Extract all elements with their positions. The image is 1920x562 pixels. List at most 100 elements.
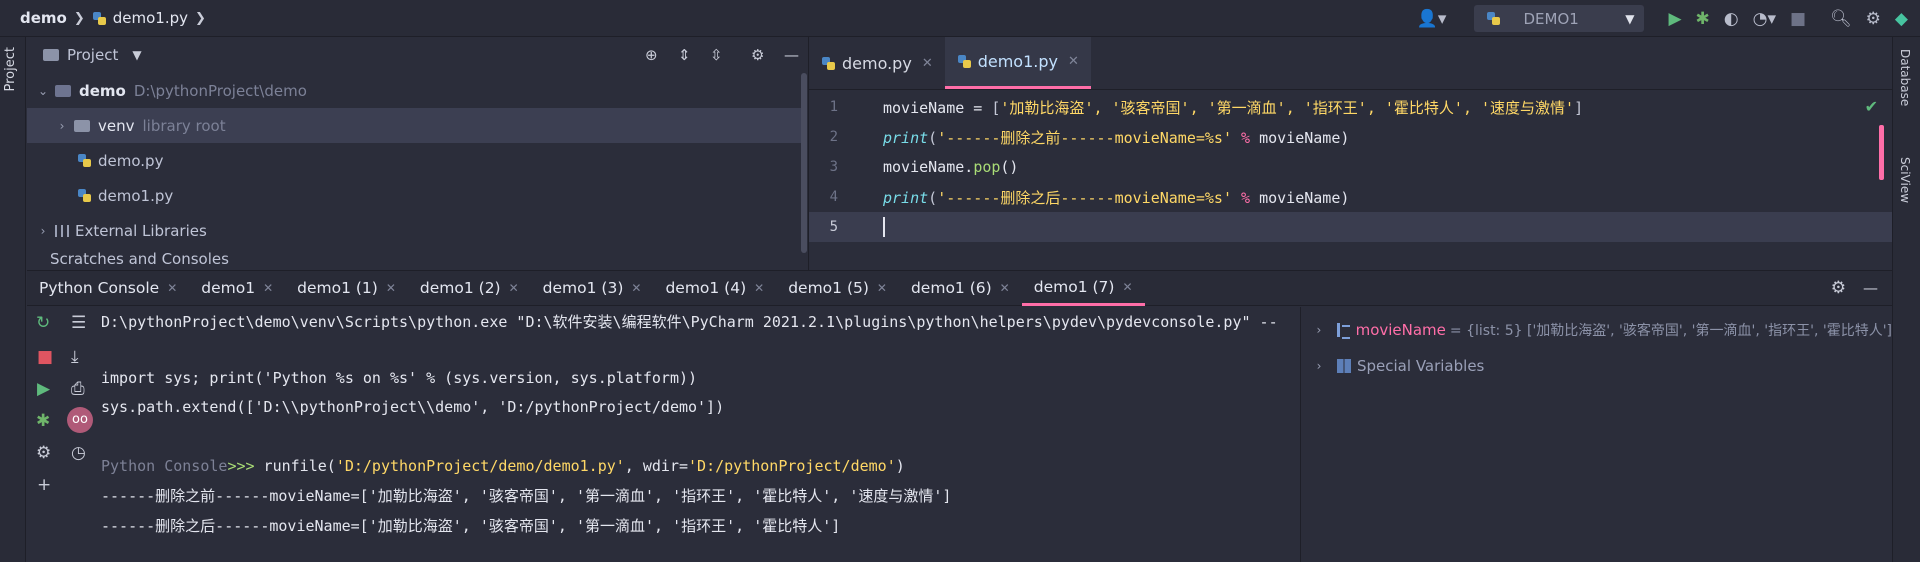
history-icon[interactable]: ◷ xyxy=(71,443,86,463)
coverage-icon[interactable]: ◐ xyxy=(1724,9,1739,29)
code-line[interactable]: 2 print('------删除之前------movieName=%s' %… xyxy=(809,122,1893,152)
code-operator: % xyxy=(1232,188,1260,207)
variable-row[interactable]: › Special Variables xyxy=(1301,348,1892,384)
project-tool-tab[interactable]: Project xyxy=(3,47,18,91)
scroll-to-end-icon[interactable]: ⤓ xyxy=(71,347,79,367)
code-line[interactable]: 4 print('------删除之后------movieName=%s' %… xyxy=(809,182,1893,212)
add-icon[interactable]: + xyxy=(37,475,51,495)
collapse-all-icon[interactable]: ⇳ xyxy=(710,46,723,64)
run-icon[interactable]: ▶ xyxy=(1668,9,1681,29)
console-prompt: >>> xyxy=(227,457,255,475)
tool-tab-demo1-5[interactable]: demo1 (5) ✕ xyxy=(776,271,899,306)
expand-all-icon[interactable]: ⇕ xyxy=(678,46,691,64)
close-icon[interactable]: ✕ xyxy=(509,281,519,295)
tree-item-demo-py[interactable]: demo.py xyxy=(27,143,807,178)
code-token: ( xyxy=(928,188,938,207)
tool-tab-label: demo1 (5) xyxy=(788,279,869,297)
chevron-down-icon[interactable]: ▼ xyxy=(132,48,141,62)
breadcrumb-file[interactable]: demo1.py xyxy=(113,9,188,27)
tool-tab-demo1-3[interactable]: demo1 (3) ✕ xyxy=(531,271,654,306)
run-configuration-select[interactable]: DEMO1 ▼ xyxy=(1474,5,1645,32)
tool-tab-label: demo1 (3) xyxy=(542,279,624,297)
text-cursor xyxy=(883,217,885,237)
search-icon[interactable]: 🔍︎ xyxy=(1830,9,1852,29)
sciview-tool-tab[interactable]: SciView xyxy=(1898,157,1912,203)
console-line: D:\pythonProject\demo\venv\Scripts\pytho… xyxy=(101,312,1277,331)
project-scrollbar[interactable] xyxy=(801,73,807,253)
debug-icon[interactable]: ✱ xyxy=(1696,9,1710,29)
right-tool-strip: Database SciView xyxy=(1892,37,1920,562)
variable-name: movieName xyxy=(1355,321,1446,339)
tree-item-scratches[interactable]: Scratches and Consoles xyxy=(27,248,807,268)
tree-item-label: demo.py xyxy=(98,151,164,170)
chevron-right-icon[interactable]: › xyxy=(1311,323,1327,337)
tool-tab-demo1-6[interactable]: demo1 (6) ✕ xyxy=(899,271,1022,306)
profile-icon[interactable]: ◔▾ xyxy=(1753,9,1776,29)
chevron-right-icon[interactable]: › xyxy=(54,119,70,133)
code-line[interactable]: 1 movieName = ['加勒比海盗', '骇客帝国', '第一滴血', … xyxy=(809,92,1893,122)
tool-tab-demo1-7[interactable]: demo1 (7) ✕ xyxy=(1021,271,1145,306)
tool-tab-demo1-1[interactable]: demo1 (1) ✕ xyxy=(285,271,408,306)
update-icon[interactable]: ◆ xyxy=(1895,9,1908,29)
line-number: 5 xyxy=(829,219,838,235)
tool-tab-python-console[interactable]: Python Console ✕ xyxy=(27,271,189,306)
gear-icon[interactable]: ⚙ xyxy=(751,46,764,64)
editor-tab-demo1-py[interactable]: demo1.py ✕ xyxy=(944,37,1091,89)
editor-tab-label: demo.py xyxy=(842,53,912,73)
hide-icon[interactable]: — xyxy=(1863,279,1878,297)
tree-item-external-libraries[interactable]: › External Libraries xyxy=(27,213,807,248)
close-icon[interactable]: ✕ xyxy=(167,281,177,295)
editor-tab-bar: demo.py ✕ demo1.py ✕ xyxy=(809,37,1892,90)
close-icon[interactable]: ✕ xyxy=(922,56,933,71)
debug-icon[interactable]: ✱ xyxy=(36,411,50,431)
code-token: , wdir= xyxy=(624,457,689,475)
locate-icon[interactable]: ⊕ xyxy=(645,46,658,64)
code-line[interactable]: 3 movieName.pop() xyxy=(809,152,1893,182)
code-token: ] xyxy=(1574,98,1584,117)
tool-tab-demo1-4[interactable]: demo1 (4) ✕ xyxy=(653,271,776,306)
variable-row[interactable]: › movieName = {list: 5} ['加勒比海盗', '骇客帝国'… xyxy=(1301,312,1892,348)
console-line: import sys; print('Python %s on %s' % (s… xyxy=(101,369,698,387)
console-line: ------删除之前------movieName=['加勒比海盗', '骇客帝… xyxy=(101,486,952,505)
rerun-icon[interactable]: ↻ xyxy=(36,313,50,333)
code-line-current[interactable]: 5 xyxy=(809,212,1893,242)
console-line: ------删除之后------movieName=['加勒比海盗', '骇客帝… xyxy=(101,516,841,535)
show-variables-icon[interactable]: oo xyxy=(67,407,93,433)
user-icon[interactable]: 👤▾ xyxy=(1417,9,1447,29)
close-icon[interactable]: ✕ xyxy=(1122,280,1132,294)
tool-tab-demo1-2[interactable]: demo1 (2) ✕ xyxy=(408,271,531,306)
tree-item-demo1-py[interactable]: demo1.py xyxy=(27,178,807,213)
stop-icon[interactable]: ■ xyxy=(1790,9,1806,29)
tree-item-venv[interactable]: › venv library root xyxy=(27,108,807,143)
soft-wrap-icon[interactable]: ☰ xyxy=(71,313,86,333)
tree-item-label: demo1.py xyxy=(98,186,174,205)
close-icon[interactable]: ✕ xyxy=(386,281,396,295)
code-operator: % xyxy=(1232,128,1260,147)
close-icon[interactable]: ✕ xyxy=(1068,54,1079,69)
console-output[interactable]: D:\pythonProject\demo\venv\Scripts\pytho… xyxy=(97,307,1277,562)
chevron-right-icon[interactable]: › xyxy=(1311,359,1327,373)
caret-down-icon: ▼ xyxy=(1625,11,1635,26)
print-icon[interactable]: ⎙ xyxy=(71,379,85,399)
tool-tab-label: demo1 (2) xyxy=(419,279,501,297)
chevron-right-icon: ❯ xyxy=(73,10,85,26)
run-icon[interactable]: ▶ xyxy=(37,379,50,399)
hide-icon[interactable]: — xyxy=(784,46,799,64)
tool-tab-demo1[interactable]: demo1 ✕ xyxy=(189,271,285,306)
close-icon[interactable]: ✕ xyxy=(631,281,641,295)
close-icon[interactable]: ✕ xyxy=(754,281,764,295)
editor-tab-demo-py[interactable]: demo.py ✕ xyxy=(809,37,945,89)
settings-icon[interactable]: ⚙ xyxy=(36,443,51,463)
stop-icon[interactable]: ■ xyxy=(37,347,53,367)
database-tool-tab[interactable]: Database xyxy=(1898,49,1912,106)
project-panel-title[interactable]: Project xyxy=(67,46,118,64)
gear-icon[interactable]: ⚙ xyxy=(1831,278,1846,298)
close-icon[interactable]: ✕ xyxy=(263,281,273,295)
gear-icon[interactable]: ⚙ xyxy=(1866,9,1881,29)
chevron-right-icon[interactable]: › xyxy=(35,224,51,238)
chevron-down-icon[interactable]: ⌄ xyxy=(35,84,51,98)
close-icon[interactable]: ✕ xyxy=(1000,281,1010,295)
breadcrumb-project[interactable]: demo xyxy=(20,9,67,27)
close-icon[interactable]: ✕ xyxy=(877,281,887,295)
tree-item-demo[interactable]: ⌄ demo D:\pythonProject\demo xyxy=(27,73,807,108)
